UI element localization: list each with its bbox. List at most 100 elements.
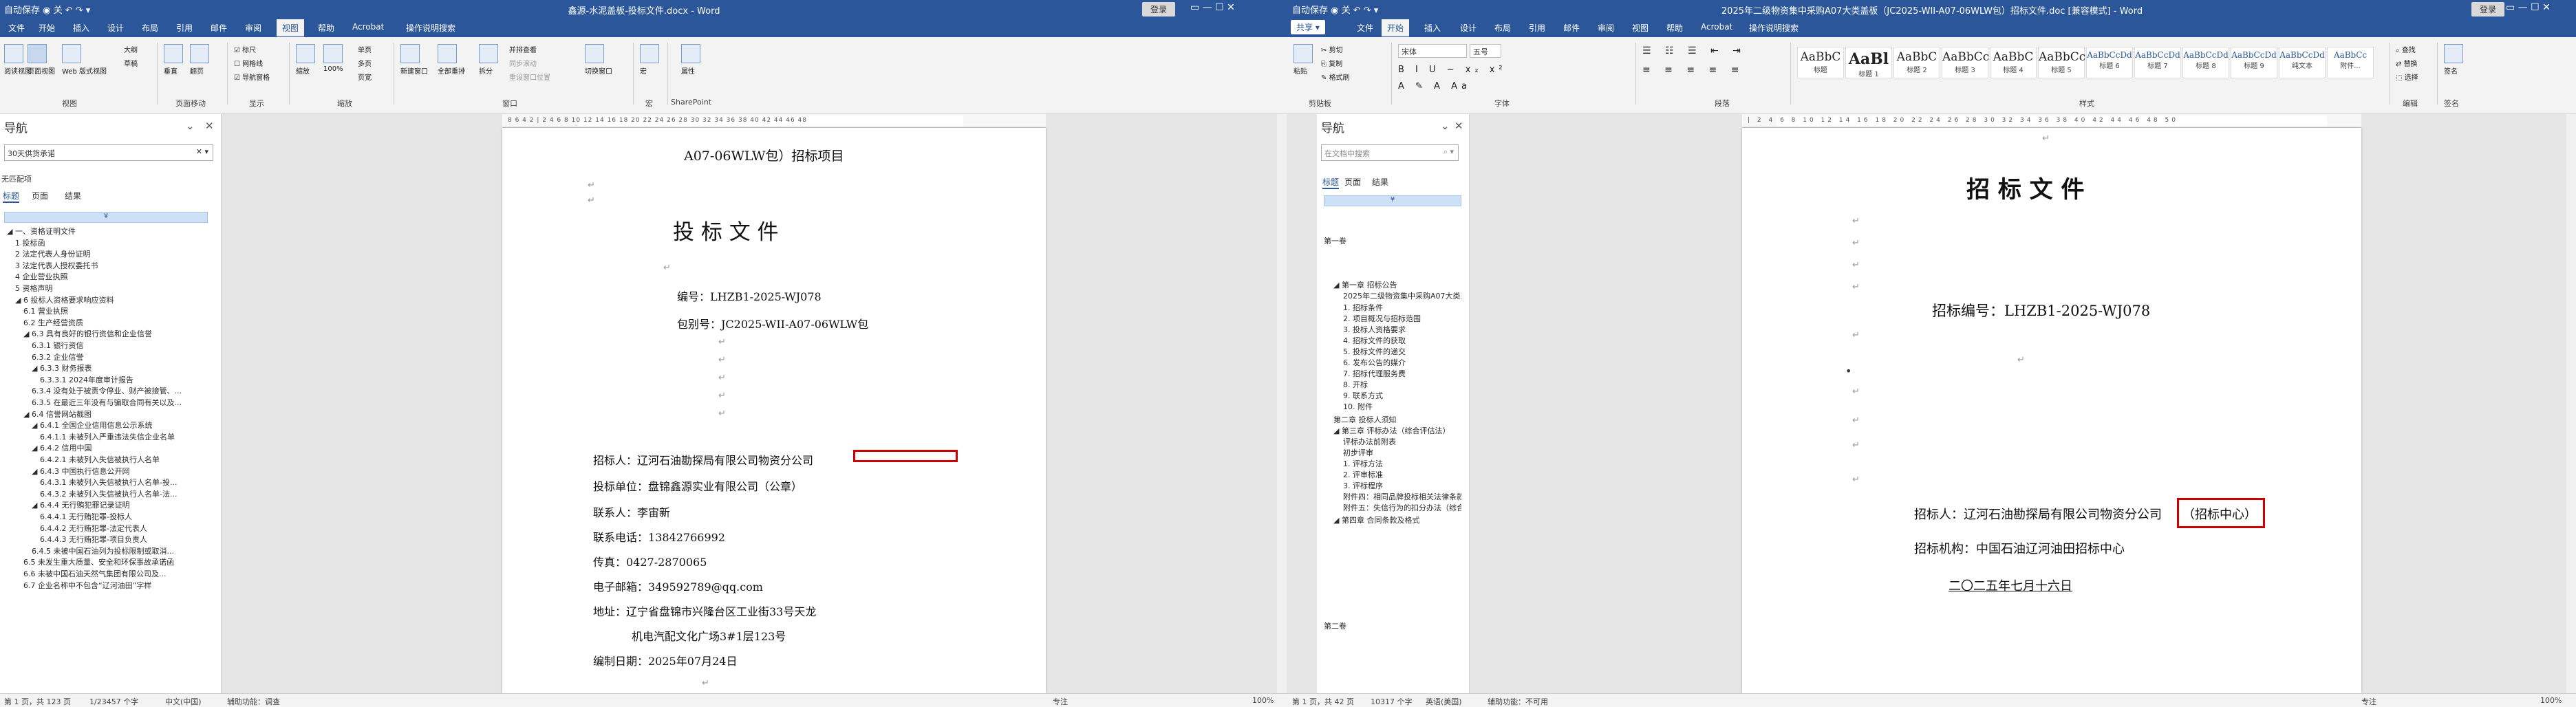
tab-review[interactable]: 审阅 [1598, 22, 1614, 34]
nav-heading-item[interactable]: ◢ 6.3.3 财务报表 [32, 362, 213, 373]
style-gallery-item[interactable]: AaBbCcDd 标题 9 [2231, 47, 2277, 78]
nav-heading-item[interactable]: 第二卷 [1324, 620, 1461, 631]
nav-heading-item[interactable]: ◢ 6.4 信誉网站截图 [23, 409, 213, 420]
zoom-button[interactable]: 缩放 [296, 44, 315, 76]
page-width-button[interactable]: 页宽 [358, 72, 372, 82]
document-page[interactable]: ↵ 招 标 文 件 ↵ ↵ ↵ ↵ 招标编号：LHZB1-2025-WJ078 … [1742, 128, 2361, 693]
horizontal-ruler[interactable]: | 2 4 6 8 10 12 14 16 18 20 22 24 26 28 … [1742, 114, 2361, 128]
nav-heading-item[interactable]: 4. 招标文件的获取 [1343, 335, 1461, 346]
nav-heading-item[interactable]: ◢ 6 投标人资格要求响应资料 [15, 294, 213, 305]
nav-heading-item[interactable]: ◢ 6.4.4 无行贿犯罪记录证明 [32, 499, 213, 510]
nav-heading-item[interactable]: 5. 投标文件的递交 [1343, 346, 1461, 357]
zoom-level[interactable]: 100% [1252, 696, 1274, 705]
tab-layout[interactable]: 布局 [142, 22, 158, 34]
tab-home[interactable]: 开始 [39, 22, 55, 34]
macros-button[interactable]: 宏 [640, 44, 659, 76]
font-name-combo[interactable]: 宋体 [1398, 44, 1467, 58]
nav-heading-item[interactable]: ◢ 第三章 评标办法（综合评估法） [1333, 425, 1461, 436]
tab-review[interactable]: 审阅 [245, 22, 261, 34]
nav-heading-item[interactable]: 第二章 投标人须知 [1333, 414, 1461, 425]
focus-mode[interactable]: 专注 [1053, 696, 1068, 707]
draft-button[interactable]: 草稿 [124, 58, 138, 68]
nav-heading-item[interactable]: ◢ 6.4.3 中国执行信息公开网 [32, 466, 213, 477]
nav-search-input[interactable]: 30天供货承诺 ✕ ▾ [4, 144, 213, 161]
nav-options-icon[interactable]: ⌄ [1441, 120, 1450, 132]
zoom-100-button[interactable]: 100% [323, 44, 343, 73]
tab-references[interactable]: 引用 [176, 22, 193, 34]
word-count[interactable]: 1/23457 个字 [89, 696, 138, 707]
nav-heading-item[interactable]: 3. 评标程序 [1343, 480, 1461, 491]
language[interactable]: 中文(中国) [165, 696, 202, 707]
cut-button[interactable]: ✂ 剪切 [1321, 44, 1343, 54]
nav-heading-item[interactable]: 1 投标函 [15, 237, 213, 248]
nav-heading-item[interactable]: 6.3.5 在最近三年没有与骗取合同有关以及... [32, 397, 213, 408]
nav-close-icon[interactable]: ✕ [205, 120, 214, 132]
nav-heading-item[interactable]: 5 资格声明 [15, 283, 213, 294]
nav-tab-headings[interactable]: 标题 [3, 190, 20, 203]
nav-heading-item[interactable]: 2025年二级物资集中采购A07大类盖板（JC2... [1343, 290, 1461, 301]
tab-view[interactable]: 视图 [277, 19, 305, 36]
style-gallery-item[interactable]: AaBbC 标题 4 [1990, 47, 2037, 78]
nav-heading-item[interactable]: 2. 评审标准 [1343, 469, 1461, 480]
style-gallery-item[interactable]: AaBbC 标题 2 [1893, 47, 1940, 78]
tell-me-search[interactable]: 操作说明搜索 [1749, 22, 1799, 34]
side-to-side-button[interactable]: 翻页 [190, 44, 209, 76]
word-count[interactable]: 10317 个字 [1371, 696, 1413, 707]
search-icon[interactable]: ⌕ ▾ [1443, 147, 1454, 157]
zoom-level[interactable]: 100% [2540, 696, 2562, 705]
tab-help[interactable]: 帮助 [1666, 22, 1683, 34]
tab-view[interactable]: 视图 [1632, 22, 1649, 34]
accessibility[interactable]: 辅助功能：调查 [227, 696, 280, 707]
tab-references[interactable]: 引用 [1529, 22, 1545, 34]
login-button[interactable]: 登录 [1142, 2, 1176, 17]
style-gallery-item[interactable]: AaBl 标题 1 [1845, 47, 1892, 78]
nav-heading-item[interactable]: 6.3.4 没有处于被责令停业、财产被接管、... [32, 385, 213, 396]
style-gallery-item[interactable]: AaBbCcD 标题 5 [2038, 47, 2095, 78]
nav-heading-item[interactable]: 6.1 营业执照 [23, 305, 213, 316]
language[interactable]: 英语(美国) [1426, 696, 1462, 707]
nav-heading-item[interactable]: 6.4.4.1 无行贿犯罪-投标人 [40, 511, 213, 522]
tab-file[interactable]: 文件 [8, 22, 25, 34]
nav-heading-item[interactable]: ◢ 6.3 具有良好的银行资信和企业信誉 [23, 328, 213, 339]
view-side-by-side-button[interactable]: 并排查看 [509, 44, 537, 54]
nav-heading-item[interactable]: 6.3.3.1 2024年度审计报告 [40, 374, 213, 385]
clear-search-icon[interactable]: ✕ ▾ [196, 147, 208, 156]
sign-button[interactable]: 签名 [2444, 44, 2463, 76]
accessibility[interactable]: 辅助功能：不可用 [1488, 696, 1548, 707]
nav-tab-headings[interactable]: 标题 [1322, 176, 1340, 189]
style-gallery-item[interactable]: AaBbCcDd 纯文本 [2279, 47, 2326, 78]
tab-home[interactable]: 开始 [1382, 19, 1410, 36]
focus-mode[interactable]: 专注 [2361, 696, 2376, 707]
gridlines-checkbox[interactable]: ☐ 网格线 [234, 58, 263, 68]
nav-heading-item[interactable]: ◢ 6.4.2 信用中国 [32, 442, 213, 453]
nav-tab-pages[interactable]: 页面 [1344, 176, 1361, 188]
style-gallery-item[interactable]: AaBbCc 附件... [2327, 47, 2374, 78]
tab-design[interactable]: 设计 [1460, 22, 1477, 34]
outline-button[interactable]: 大纲 [124, 44, 138, 54]
reset-window-button[interactable]: 重设窗口位置 [509, 72, 550, 82]
nav-heading-item[interactable]: 6.4.4.3 无行贿犯罪-项目负责人 [40, 534, 213, 545]
font-color-buttons[interactable]: A ✎ A Aa [1398, 81, 1471, 91]
nav-tab-pages[interactable]: 页面 [32, 190, 48, 202]
nav-heading-item[interactable]: 8. 开标 [1343, 379, 1461, 390]
web-layout-button[interactable]: Web 版式视图 [62, 44, 107, 76]
nav-heading-item[interactable]: 10. 附件 [1343, 401, 1461, 412]
login-button[interactable]: 登录 [2471, 2, 2505, 17]
horizontal-ruler[interactable]: 8 6 4 2 | 2 4 6 8 10 12 14 16 18 20 22 2… [502, 114, 1046, 128]
nav-heading-item[interactable]: 附件四：相同品牌投标相关法律条款 [1343, 491, 1461, 502]
nav-options-icon[interactable]: ⌄ [186, 120, 195, 132]
nav-heading-item[interactable]: 1. 评标方法 [1343, 458, 1461, 469]
one-page-button[interactable]: 单页 [358, 44, 372, 54]
collapse-headings-bar[interactable]: ¥ [4, 212, 208, 223]
list-buttons[interactable]: ☰ ☷ ☰ ⇤ ⇥ [1642, 45, 1746, 56]
page-count[interactable]: 第 1 页，共 42 页 [1292, 696, 1354, 707]
tab-help[interactable]: 帮助 [318, 22, 334, 34]
nav-tab-results[interactable]: 结果 [65, 190, 81, 202]
page-count[interactable]: 第 1 页，共 123 页 [4, 696, 71, 707]
arrange-all-button[interactable]: 全部重排 [438, 44, 465, 76]
nav-heading-item[interactable]: 1. 招标条件 [1343, 302, 1461, 313]
select-button[interactable]: ⬚ 选择 [2396, 72, 2418, 82]
nav-heading-item[interactable]: 3. 投标人资格要求 [1343, 324, 1461, 335]
window-controls[interactable]: ▭ — ☐ ✕ [1190, 2, 1235, 13]
nav-heading-item[interactable]: 4 企业营业执照 [15, 271, 213, 282]
